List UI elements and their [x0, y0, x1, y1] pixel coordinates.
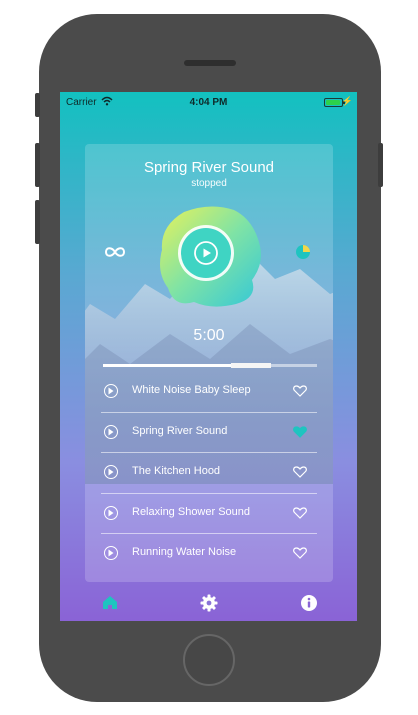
list-item[interactable]: The Kitchen Hood — [101, 453, 317, 494]
track-play-icon[interactable] — [104, 546, 118, 560]
track-list: White Noise Baby Sleep Spring River Soun… — [101, 372, 317, 574]
track-name: White Noise Baby Sleep — [132, 384, 251, 396]
status-time: 4:04 PM — [189, 97, 228, 108]
sound-title: Spring River Sound — [143, 159, 275, 176]
battery-icon — [324, 98, 345, 107]
list-item[interactable]: Running Water Noise — [101, 534, 317, 574]
play-button[interactable] — [181, 228, 231, 278]
gear-icon[interactable] — [197, 591, 221, 615]
heart-outline-icon[interactable] — [293, 466, 307, 478]
volume-up-button — [35, 143, 40, 187]
track-play-icon[interactable] — [104, 505, 118, 520]
info-icon[interactable] — [297, 591, 321, 615]
home-hardware-button[interactable] — [183, 634, 235, 686]
charging-icon: ⚡ — [341, 96, 353, 106]
play-icon — [194, 241, 218, 265]
list-item[interactable]: Spring River Sound — [101, 413, 317, 453]
heart-outline-icon[interactable] — [293, 506, 307, 519]
track-name: The Kitchen Hood — [132, 465, 221, 477]
battery-level — [326, 100, 340, 105]
heart-outline-icon[interactable] — [293, 385, 307, 397]
power-button — [378, 143, 383, 187]
progress-bar[interactable] — [103, 363, 317, 368]
track-name: Relaxing Shower Sound — [132, 505, 251, 518]
infinity-icon[interactable] — [104, 246, 126, 258]
track-name: Running Water Noise — [132, 546, 237, 558]
track-play-icon[interactable] — [104, 465, 118, 479]
heart-outline-icon[interactable] — [293, 547, 307, 559]
list-item[interactable]: White Noise Baby Sleep — [101, 372, 317, 413]
tab-bar — [60, 585, 357, 621]
volume-down-button — [35, 200, 40, 244]
track-play-icon[interactable] — [104, 384, 118, 398]
player-card: Spring River Sound stopped 5:00 White No… — [85, 144, 333, 582]
track-name: Spring River Sound — [132, 424, 228, 437]
track-play-icon[interactable] — [104, 424, 118, 439]
app-screen: Carrier 4:04 PM ⚡ Spring River Sound sto… — [60, 92, 357, 621]
earpiece-speaker — [184, 60, 236, 66]
status-bar: Carrier 4:04 PM ⚡ — [60, 92, 357, 112]
mute-switch — [35, 93, 40, 117]
playback-status: stopped — [191, 178, 227, 189]
timer-display: 5:00 — [193, 327, 225, 344]
list-item[interactable]: Relaxing Shower Sound — [101, 494, 317, 534]
progress-handle[interactable] — [231, 363, 271, 368]
heart-filled-icon[interactable] — [293, 425, 307, 438]
sleep-timer-icon[interactable] — [295, 244, 311, 260]
home-icon[interactable] — [98, 591, 122, 615]
